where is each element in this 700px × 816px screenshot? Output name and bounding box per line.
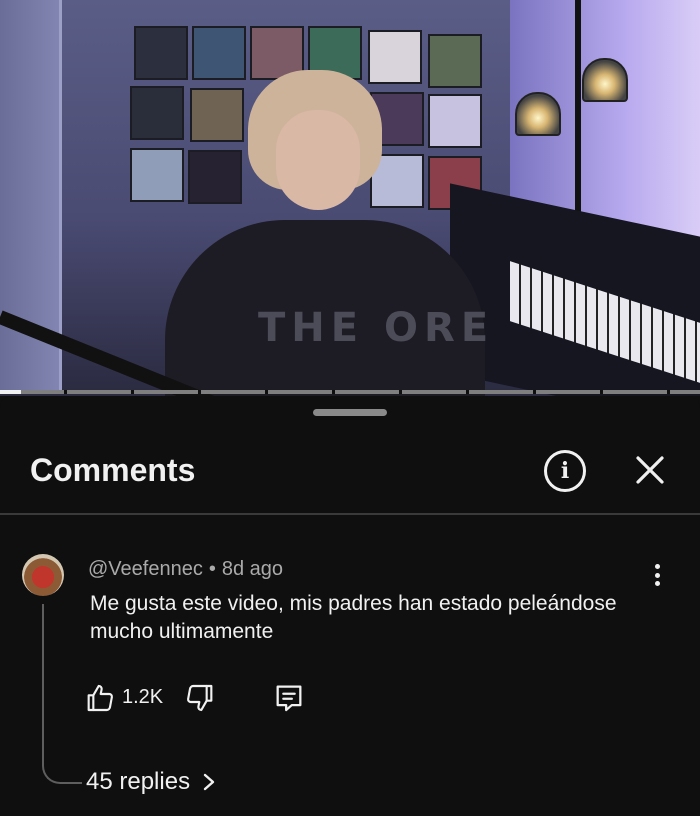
like-button[interactable]: 1.2K bbox=[84, 680, 163, 716]
close-icon[interactable] bbox=[630, 450, 670, 490]
header-divider bbox=[0, 513, 700, 515]
reply-button[interactable] bbox=[272, 680, 306, 716]
video-player[interactable]: THE ORE bbox=[0, 0, 700, 396]
video-progress-played bbox=[0, 390, 21, 394]
replies-count-label: 45 replies bbox=[86, 768, 191, 795]
reply-icon bbox=[276, 685, 302, 712]
comments-title: Comments bbox=[30, 452, 196, 488]
lamp-shade bbox=[582, 58, 628, 102]
person-face bbox=[276, 110, 360, 210]
chevron-right-icon bbox=[203, 773, 215, 791]
avatar[interactable] bbox=[22, 554, 64, 596]
comment-author[interactable]: @Veefennec bbox=[88, 558, 203, 580]
like-count: 1.2K bbox=[122, 686, 164, 708]
comment-age: 8d ago bbox=[221, 558, 284, 580]
thumbs-up-icon bbox=[87, 684, 113, 712]
shirt-text: THE ORE bbox=[258, 305, 495, 351]
comments-header: Comments i bbox=[0, 440, 700, 514]
comment-text: Me gusta este video, mis padres han esta… bbox=[90, 592, 617, 643]
view-replies-button[interactable]: 45 replies bbox=[86, 768, 216, 796]
video-progress-bar[interactable] bbox=[0, 390, 700, 394]
info-icon[interactable]: i bbox=[544, 450, 586, 492]
comments-sheet: Comments i @Veefennec • 8d ago Me gusta es… bbox=[0, 396, 700, 816]
lamp-shade bbox=[515, 92, 561, 136]
dislike-button[interactable] bbox=[184, 680, 216, 716]
thumbs-down-icon bbox=[187, 684, 213, 712]
drag-handle[interactable] bbox=[313, 409, 387, 416]
comment-thread: @Veefennec • 8d ago Me gusta este video, m… bbox=[0, 516, 700, 816]
comment-meta: @Veefennec • 8d ago bbox=[88, 558, 283, 581]
thread-line bbox=[42, 604, 82, 784]
meta-separator: • bbox=[208, 558, 216, 580]
more-options-icon[interactable] bbox=[646, 560, 668, 590]
